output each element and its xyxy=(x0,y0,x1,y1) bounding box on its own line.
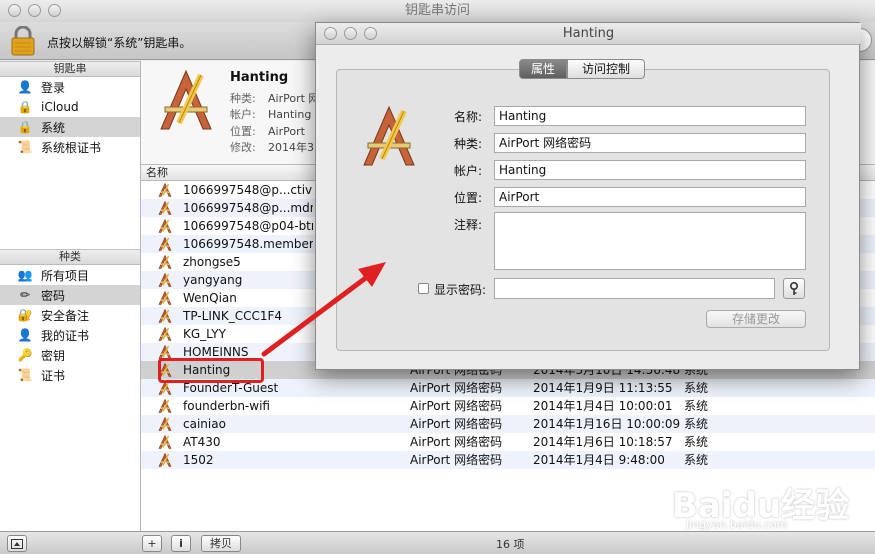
watermark-url: jingyan.baidu.com xyxy=(686,518,788,531)
annotation-arrow xyxy=(261,262,386,357)
